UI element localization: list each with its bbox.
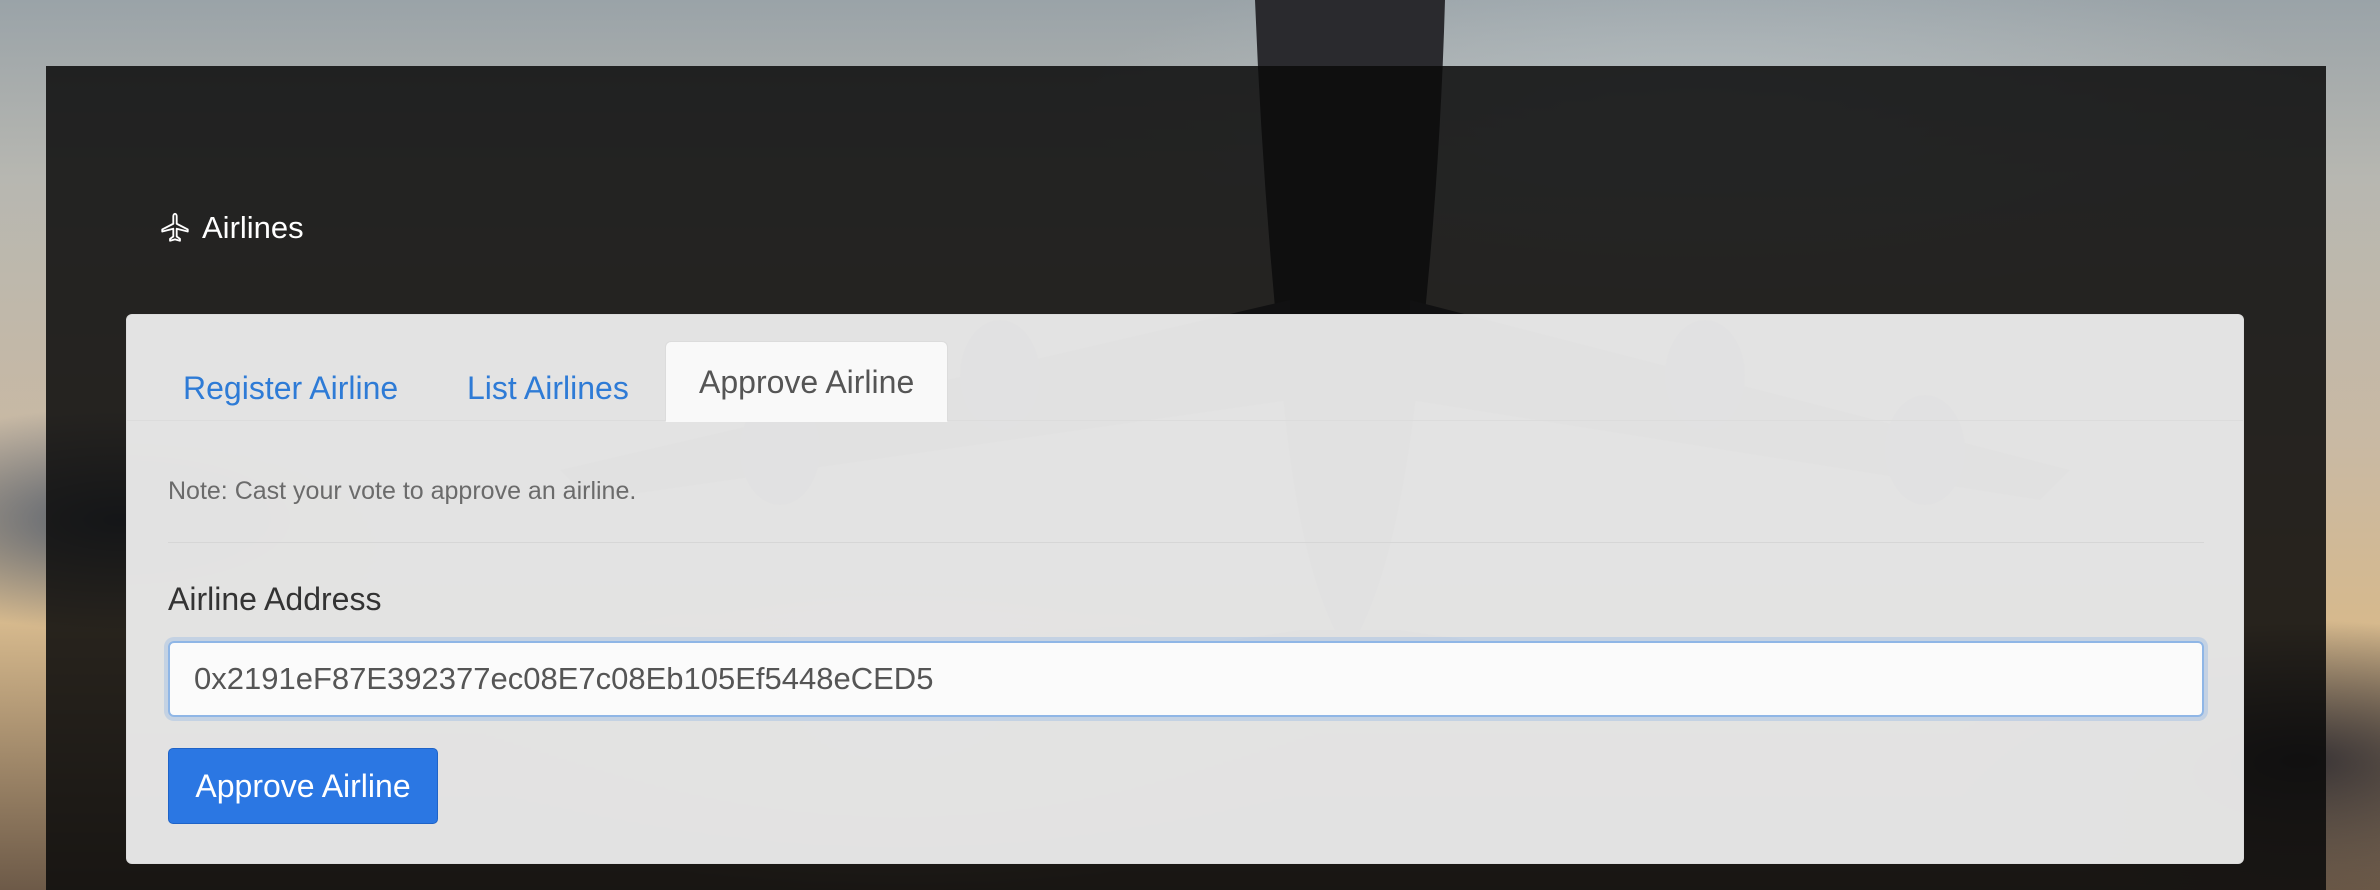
airplane-icon xyxy=(161,212,189,242)
navbar-brand[interactable]: Airlines xyxy=(158,210,304,246)
airline-address-input[interactable] xyxy=(168,641,2204,717)
approve-note: Note: Cast your vote to approve an airli… xyxy=(168,477,637,505)
airline-card: Register Airline List Airlines Approve A… xyxy=(126,314,2244,864)
divider xyxy=(168,542,2204,543)
tab-approve-airline[interactable]: Approve Airline xyxy=(665,341,949,422)
brand-title: Airlines xyxy=(202,210,304,245)
tab-list-airlines[interactable]: List Airlines xyxy=(434,355,662,421)
approve-airline-button[interactable]: Approve Airline xyxy=(168,748,438,824)
tab-bar: Register Airline List Airlines Approve A… xyxy=(127,341,2243,422)
tab-register-airline[interactable]: Register Airline xyxy=(150,355,431,421)
airline-address-label: Airline Address xyxy=(168,581,382,617)
